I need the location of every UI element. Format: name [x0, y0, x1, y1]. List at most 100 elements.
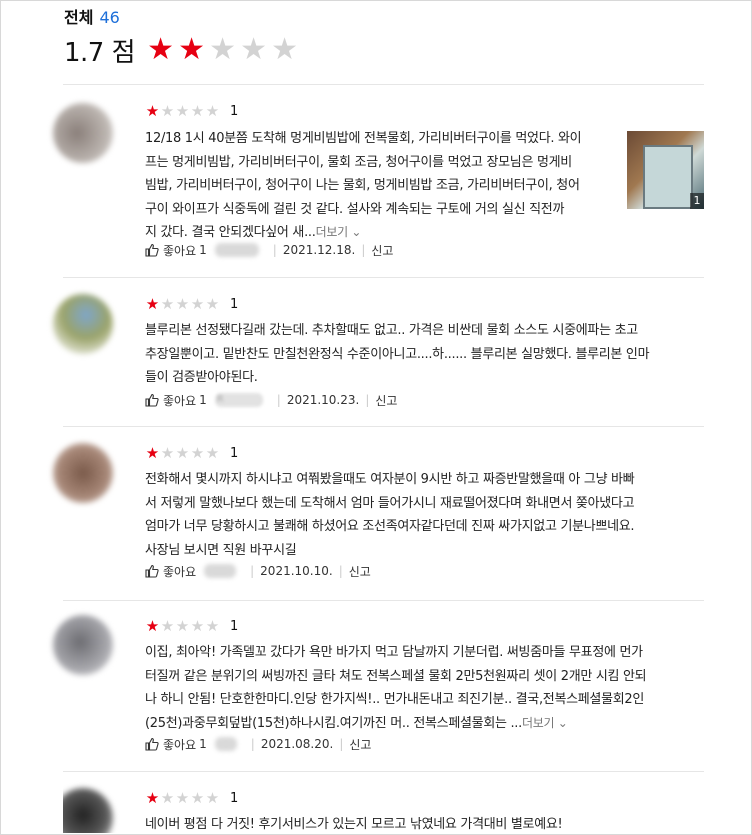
separator: | [339, 737, 344, 751]
star-empty-icon: ★ [175, 295, 190, 313]
rating-value: 1 [230, 103, 239, 119]
rating-value: 1 [230, 790, 239, 806]
star-empty-icon: ★ [190, 295, 205, 313]
separator: | [250, 737, 255, 751]
review-line: 사장님 보시면 직원 바꾸시길 [145, 542, 297, 558]
star-empty-icon: ★ [160, 102, 175, 120]
like-button[interactable]: 좋아요 1 [145, 392, 207, 409]
review-date: 2021.12.18. [282, 243, 356, 257]
star-empty-icon: ★ [175, 789, 190, 807]
star-filled-icon: ★ [145, 444, 160, 462]
more-link[interactable]: 더보기 ⌄ [522, 716, 568, 730]
avatar [53, 615, 113, 675]
separator: | [272, 243, 277, 257]
avatar [53, 443, 113, 503]
avatar [53, 103, 113, 163]
separator: | [365, 393, 370, 407]
thumbs-up-icon [145, 564, 159, 578]
rating-stars: ★ ★ ★ ★ ★ [145, 790, 220, 806]
rating-stars: ★ ★ ★ ★ ★ [145, 445, 220, 461]
review-line: 서 저렇게 말했나보다 했는데 도착해서 엄마 들어가시니 재료떨어졌다며 화내… [145, 495, 635, 511]
review-meta: 좋아요 1 | 2021.08.20. | 신고 [145, 735, 371, 753]
avatar [53, 294, 113, 354]
star-empty-icon: ★ [160, 444, 175, 462]
review-line: 프는 멍게비빔밥, 가리비버터구이, 물회 조금, 청어구이를 먹었고 장모님은… [145, 154, 572, 170]
review-line: (25천)과중무회덮밥(15천)하나시킴.여기까진 머.. 전복스페셜물회는 .… [145, 715, 568, 731]
avatar [63, 788, 113, 833]
review-line: 터질꺼 같은 분위기의 써빙까진 글타 쳐도 전복스페셜 물회 2만5천원짜리 … [145, 668, 647, 684]
star-empty-icon: ★ [205, 102, 220, 120]
rating-stars: ★ ★ ★ ★ ★ [145, 618, 220, 634]
star-empty-icon: ★ [190, 617, 205, 635]
review-rating: ★ ★ ★ ★ ★ 1 [145, 789, 239, 807]
star-empty-icon: ★ [190, 789, 205, 807]
review-rating: ★ ★ ★ ★ ★ 1 [145, 444, 239, 462]
photo-content [643, 145, 693, 209]
average-score: 1.7 점 ★ ★ ★ ★ ★ [64, 30, 300, 70]
star-empty-icon: ★ [160, 617, 175, 635]
review-line: 구이 와이프가 식중독에 걸린 것 같다. 설사와 계속되는 구토에 거의 실신… [145, 201, 565, 217]
rating-stars: ★ ★ ★ ★ ★ [145, 296, 220, 312]
review-photo[interactable]: 1 [627, 131, 704, 209]
star-filled-icon: ★ [145, 789, 160, 807]
star-empty-icon: ★ [205, 444, 220, 462]
total-label: 전체 [64, 8, 94, 27]
review-text: 네이버 평점 다 거짓! 후기서비스가 있는지 모르고 낚였네요 가격대비 별로… [145, 813, 701, 833]
report-link[interactable]: 신고 [375, 392, 397, 409]
star-empty-icon: ★ [205, 789, 220, 807]
star-empty-icon: ★ [175, 444, 190, 462]
chevron-down-icon: ⌄ [351, 225, 362, 239]
author-name[interactable]: R [214, 393, 263, 407]
review-rating: ★ ★ ★ ★ ★ 1 [145, 102, 239, 120]
star-empty-icon: ★ [190, 444, 205, 462]
separator: | [250, 564, 255, 578]
author-name[interactable] [214, 737, 237, 751]
score-stars: ★ ★ ★ ★ ★ [145, 35, 300, 65]
separator: | [338, 564, 343, 578]
star-filled-icon: ★ [178, 32, 205, 67]
review-text: 블루리본 선정됐다길래 갔는데. 추차할때도 없고.. 가격은 비싼데 물회 소… [145, 319, 701, 390]
rating-value: 1 [230, 618, 239, 634]
star-empty-icon: ★ [209, 32, 236, 67]
rating-stars: ★ ★ ★ ★ ★ [145, 103, 220, 119]
review-item: ★ ★ ★ ★ ★ 1 12/18 1시 40분쯤 도착해 멍게비빔밥에 전복물… [53, 85, 704, 277]
review-date: 2021.10.23. [286, 393, 360, 407]
like-button[interactable]: 좋아요 1 [145, 242, 207, 259]
review-line: 추장일뿐이고. 밑반찬도 만칠천완정식 수준이아니고....하...... 블루… [145, 346, 650, 362]
star-empty-icon: ★ [175, 102, 190, 120]
review-item: ★ ★ ★ ★ ★ 1 이집, 최아악! 가족델꼬 갔다가 욕만 바가지 먹고 … [53, 601, 704, 771]
author-name[interactable] [204, 564, 237, 578]
rating-value: 1 [230, 445, 239, 461]
report-link[interactable]: 신고 [371, 242, 393, 259]
review-item: ★ ★ ★ ★ ★ 1 블루리본 선정됐다길래 갔는데. 추차할때도 없고.. … [53, 278, 704, 426]
star-empty-icon: ★ [205, 295, 220, 313]
review-rating: ★ ★ ★ ★ ★ 1 [145, 295, 239, 313]
like-button[interactable]: 좋아요 1 [145, 736, 207, 753]
review-line: 엄마가 너무 당황하시고 불쾌해 하셨어요 조선족여자같다던데 진짜 싸가지없고… [145, 519, 635, 534]
thumbs-up-icon [145, 243, 159, 257]
review-date: 2021.08.20. [260, 737, 334, 751]
report-link[interactable]: 신고 [349, 736, 371, 753]
thumbs-up-icon [145, 393, 159, 407]
star-empty-icon: ★ [160, 295, 175, 313]
star-empty-icon: ★ [190, 102, 205, 120]
review-meta: 좋아요 1 | 2021.12.18. | 신고 [145, 241, 393, 259]
star-filled-icon: ★ [145, 102, 160, 120]
review-date: 2021.10.10. [260, 564, 333, 578]
review-meta: 좋아요 | 2021.10.10. | 신고 [145, 562, 371, 580]
report-link[interactable]: 신고 [349, 563, 371, 580]
review-line: 나 하니 안됨! 단호한한마디.인당 한가지씩!.. 먼가내돈내고 죄진기분..… [145, 692, 645, 707]
review-total-summary: 전체 46 [64, 4, 120, 28]
like-button[interactable]: 좋아요 [145, 563, 196, 580]
separator: | [361, 243, 366, 257]
review-text: 12/18 1시 40분쯤 도착해 멍게비빔밥에 전복물회, 가리비버터구이를 … [145, 127, 625, 245]
review-line: 전화해서 몇시까지 하시냐고 여쭤봤을때도 여자분이 9시반 하고 짜증반말했을… [145, 472, 635, 487]
photo-count-badge: 1 [690, 193, 704, 209]
review-rating: ★ ★ ★ ★ ★ 1 [145, 617, 239, 635]
thumbs-up-icon [145, 737, 159, 751]
author-name[interactable] [214, 243, 259, 257]
star-filled-icon: ★ [147, 32, 174, 67]
more-link[interactable]: 더보기 ⌄ [316, 225, 362, 239]
star-empty-icon: ★ [240, 32, 267, 67]
star-empty-icon: ★ [271, 32, 298, 67]
